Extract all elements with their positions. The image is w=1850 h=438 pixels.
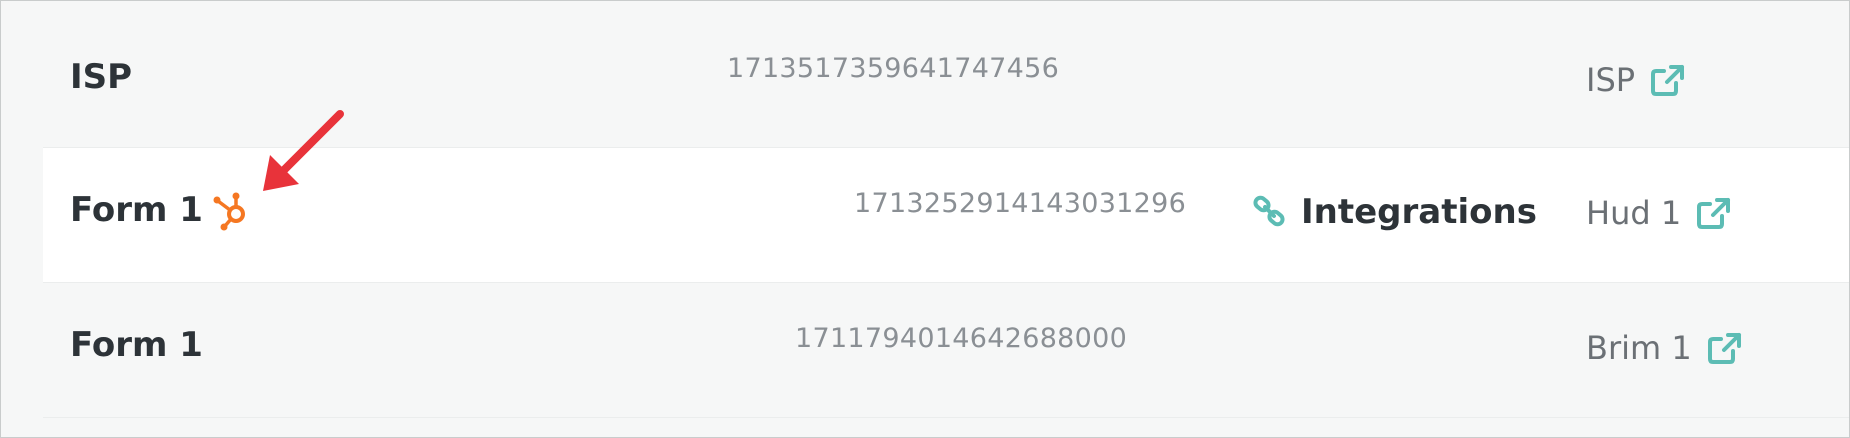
row-id: 1713517359641747456 [727,53,1060,84]
table-row: Form 1 1711794014642688000 Brim 1 [43,283,1849,418]
row-id: 1713252914143031296 [854,188,1187,219]
external-link-icon[interactable] [1695,196,1733,230]
red-arrow-icon [263,110,344,191]
row-link[interactable]: Brim 1 [1586,329,1744,367]
link-icon [1253,195,1285,227]
row-link[interactable]: Hud 1 [1586,194,1733,232]
row-link-label[interactable]: Hud 1 [1586,194,1681,232]
row-id: 1711794014642688000 [795,323,1128,354]
external-link-icon[interactable] [1706,331,1744,365]
integrations-link[interactable]: Integrations [1253,192,1537,232]
hubspot-icon [213,192,245,231]
integrations-label[interactable]: Integrations [1301,192,1537,232]
screenshot-frame: ISP 1713517359641747456 ISP Form 1 17132… [0,0,1850,438]
forms-table: ISP 1713517359641747456 ISP Form 1 17132… [43,13,1849,418]
row-name: Form 1 [70,190,203,230]
external-link-icon[interactable] [1649,63,1687,97]
row-link[interactable]: ISP [1586,61,1687,99]
row-link-label[interactable]: ISP [1586,61,1635,99]
row-name: ISP [70,57,133,97]
row-link-label[interactable]: Brim 1 [1586,329,1692,367]
row-name: Form 1 [70,325,203,365]
